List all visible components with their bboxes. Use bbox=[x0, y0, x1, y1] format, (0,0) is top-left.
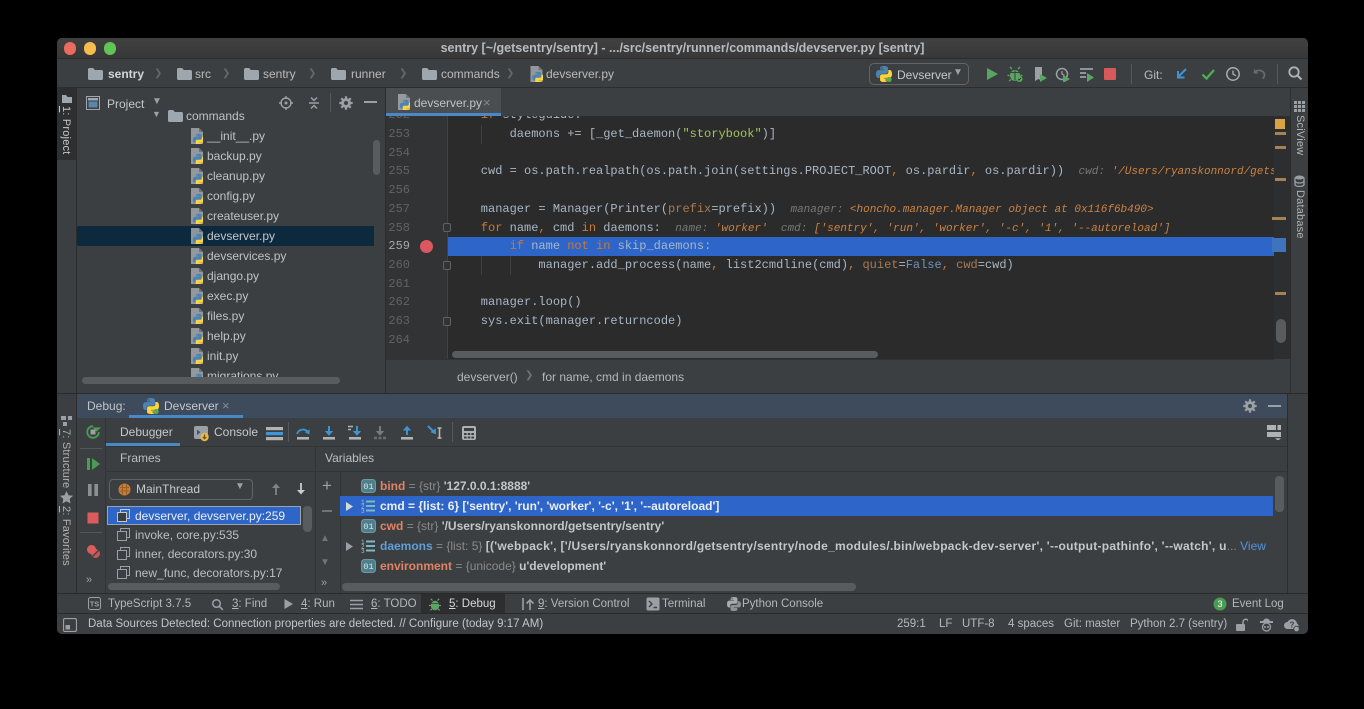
svg-text:3: 3 bbox=[1217, 599, 1222, 609]
svg-text:01: 01 bbox=[363, 562, 373, 572]
svg-text:3: 3 bbox=[361, 548, 365, 553]
svg-text:TS: TS bbox=[90, 600, 100, 609]
svg-text:3: 3 bbox=[361, 508, 365, 513]
svg-text:01: 01 bbox=[363, 482, 373, 492]
svg-text:01: 01 bbox=[363, 522, 373, 532]
